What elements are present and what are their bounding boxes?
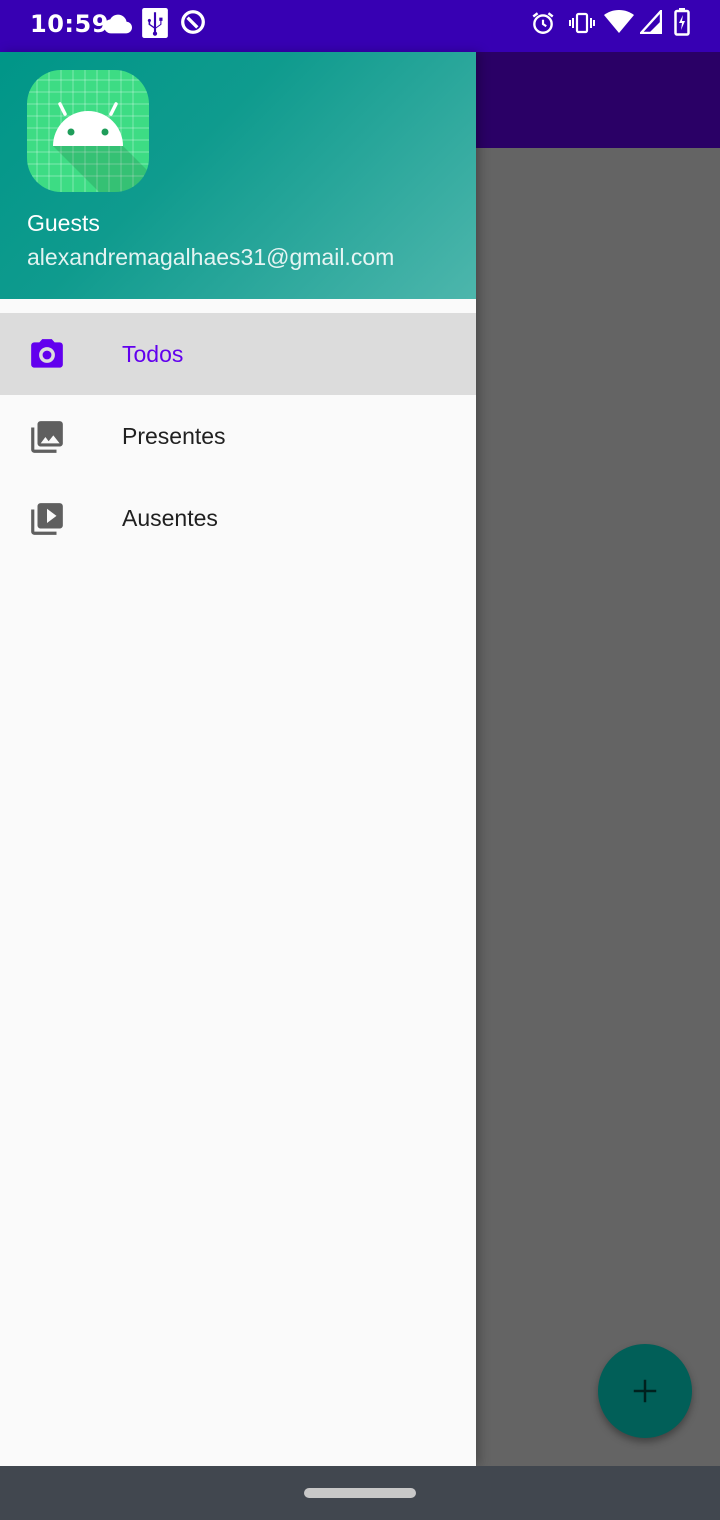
nav-item-ausentes[interactable]: Ausentes: [0, 477, 476, 559]
header-user-name: Guests: [27, 210, 100, 236]
vibrate-icon: [568, 10, 596, 36]
battery-charging-icon: [674, 8, 690, 36]
header-user-email: alexandremagalhaes31@gmail.com: [27, 244, 395, 270]
nav-item-label: Ausentes: [122, 505, 218, 531]
usb-icon: [142, 8, 168, 38]
alarm-icon: [530, 10, 556, 36]
signal-icon: [640, 10, 662, 34]
cloud-icon: [104, 10, 132, 38]
home-gesture-handle[interactable]: [304, 1488, 416, 1498]
system-navigation-bar: [0, 1466, 720, 1520]
add-guest-fab[interactable]: [598, 1344, 692, 1438]
video-library-icon: [28, 500, 66, 538]
status-time: 10:59: [30, 10, 109, 38]
plus-icon: [633, 1379, 657, 1403]
drawer-header: Guests alexandremagalhaes31@gmail.com: [0, 52, 476, 299]
gallery-icon: [28, 418, 66, 456]
scrim-overlay[interactable]: [476, 148, 720, 1466]
nav-item-todos[interactable]: Todos: [0, 313, 476, 395]
status-bar: 10:59: [0, 0, 720, 52]
android-icon: [27, 70, 149, 192]
nav-item-label: Presentes: [122, 423, 226, 449]
data-saver-icon: [180, 9, 206, 35]
camera-icon: [28, 336, 66, 374]
nav-item-label: Todos: [122, 341, 184, 367]
nav-item-presentes[interactable]: Presentes: [0, 395, 476, 477]
app-toolbar: [476, 52, 720, 148]
navigation-drawer: Guests alexandremagalhaes31@gmail.com To…: [0, 52, 476, 1466]
wifi-icon: [604, 10, 634, 34]
